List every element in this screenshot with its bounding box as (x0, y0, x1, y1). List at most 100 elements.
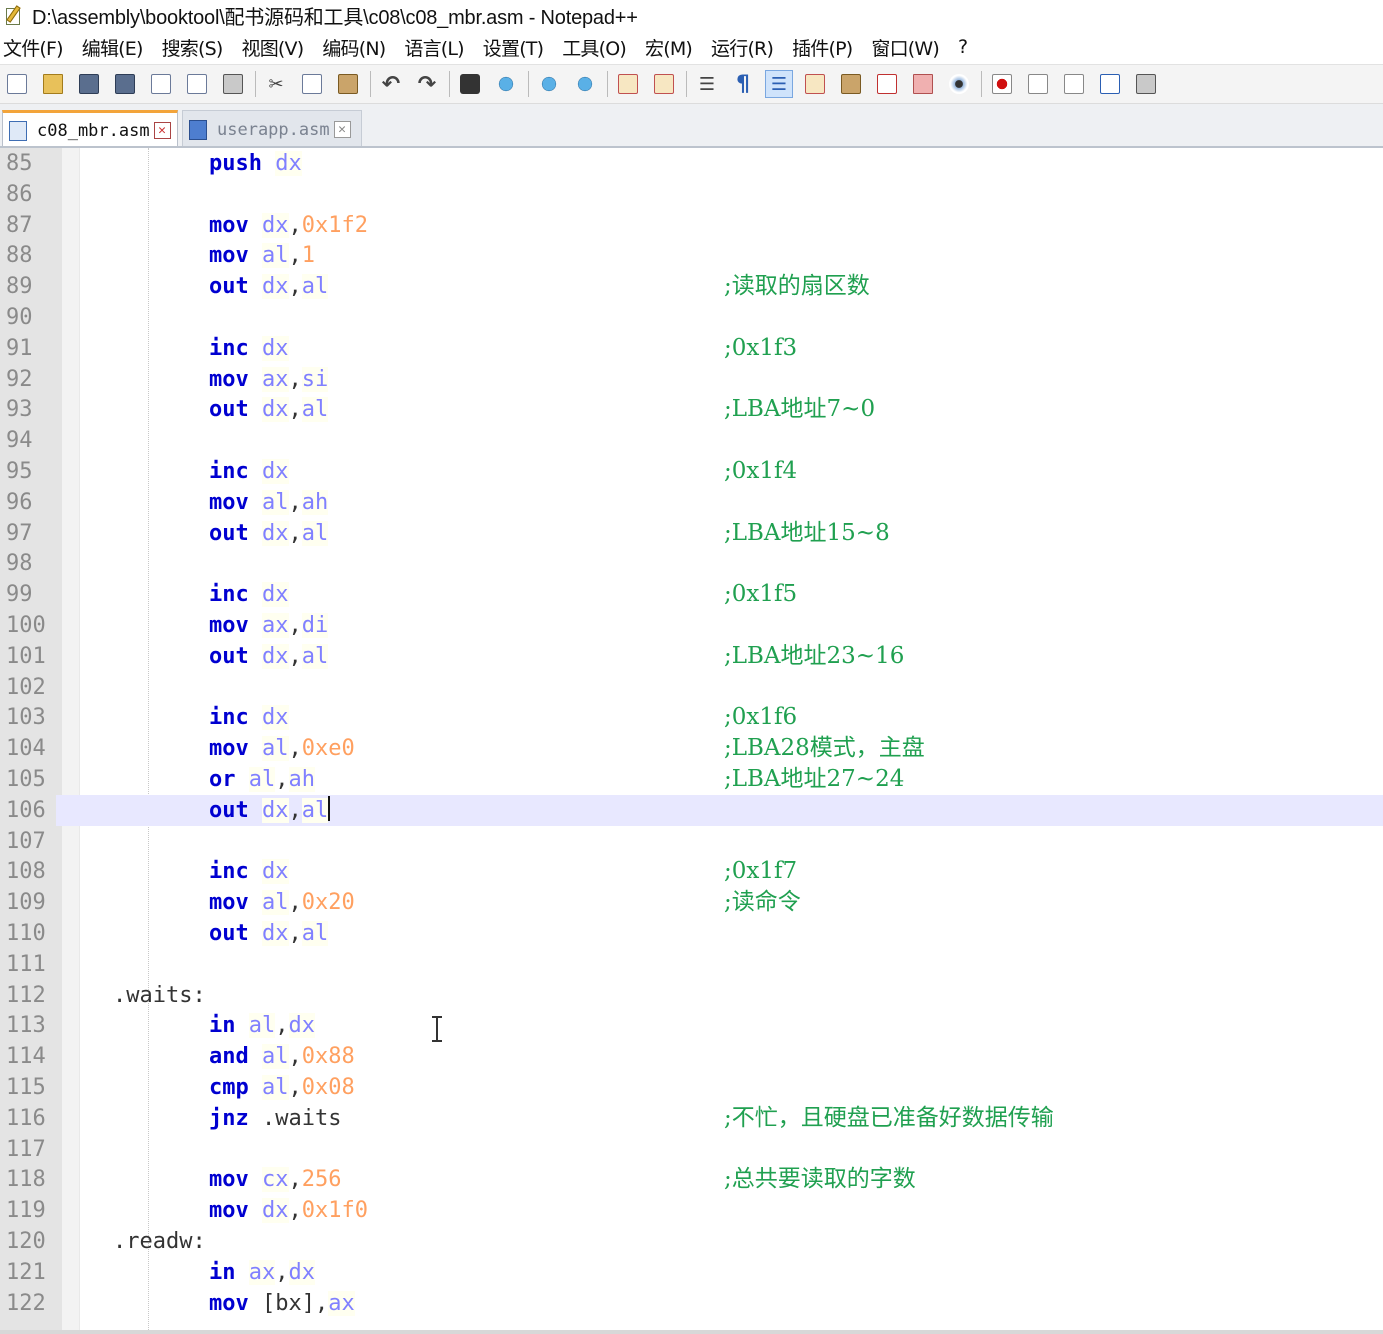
redo-icon[interactable]: ↷ (413, 70, 441, 98)
code-line[interactable]: 89 out dx,al ;读取的扇区数 (0, 271, 1383, 302)
paste-icon[interactable] (334, 70, 362, 98)
replace-icon[interactable] (492, 70, 520, 98)
save-icon[interactable] (75, 70, 103, 98)
code-line[interactable]: 85 push dx (0, 148, 1383, 179)
macro-stop-icon[interactable] (1024, 70, 1052, 98)
monitoring-icon[interactable] (945, 70, 973, 98)
code-line[interactable]: 106 out dx,al (0, 794, 1383, 826)
notepad-app-icon[interactable] (4, 4, 24, 26)
line-number: 120 (6, 1229, 46, 1254)
code-line[interactable]: 107 (0, 826, 1383, 857)
code-line[interactable]: 101 out dx,al ;LBA地址23~16 (0, 641, 1383, 672)
token-reg: dx (262, 582, 289, 608)
code-line[interactable]: 90 (0, 302, 1383, 333)
code-line[interactable]: 86 (0, 179, 1383, 210)
code-line[interactable]: 97 out dx,al ;LBA地址15~8 (0, 518, 1383, 549)
token-reg: al (262, 890, 289, 916)
close-all-icon[interactable] (183, 70, 211, 98)
menu-encoding[interactable]: 编码(N) (322, 34, 386, 61)
tab-userapp[interactable]: userapp.asm ✕ (182, 110, 362, 148)
user-lang-icon[interactable] (801, 70, 829, 98)
close-tab-icon[interactable]: ✕ (333, 121, 351, 138)
menu-run[interactable]: 运行(R) (711, 34, 774, 61)
undo-icon[interactable]: ↶ (377, 70, 405, 98)
code-line[interactable]: 99 inc dx ;0x1f5 (0, 579, 1383, 610)
code-line[interactable]: 98 (0, 548, 1383, 579)
sync-horizontal-icon[interactable] (650, 70, 678, 98)
code-line[interactable]: 105 or al,ah ;LBA地址27~24 (0, 764, 1383, 795)
code-line[interactable]: 116 jnz .waits ;不忙，且硬盘已准备好数据传输 (0, 1103, 1383, 1134)
code-line[interactable]: 112 .waits: (0, 980, 1383, 1011)
macro-record-icon[interactable] (988, 70, 1016, 98)
word-wrap-icon[interactable]: ☰ (693, 70, 721, 98)
menu-view[interactable]: 视图(V) (242, 34, 305, 61)
code-line[interactable]: 108 inc dx ;0x1f7 (0, 856, 1383, 887)
code-line[interactable]: 122 mov [bx],ax (0, 1288, 1383, 1319)
code-line[interactable]: 96 mov al,ah (0, 487, 1383, 518)
code-line[interactable]: 93 out dx,al ;LBA地址7~0 (0, 394, 1383, 425)
code-text: inc dx (209, 856, 289, 887)
token-reg: si (301, 366, 329, 392)
show-all-chars-icon[interactable]: ¶ (729, 70, 757, 98)
code-line[interactable]: 119 mov dx,0x1f0 (0, 1195, 1383, 1226)
token-sp (249, 890, 262, 915)
code-line[interactable]: 87 mov dx,0x1f2 (0, 210, 1383, 241)
code-line[interactable]: 92 mov ax,si (0, 364, 1383, 395)
code-line[interactable]: 104 mov al,0xe0 ;LBA28模式，主盘 (0, 733, 1383, 764)
doc-map-icon[interactable] (837, 70, 865, 98)
code-line[interactable]: 115 cmp al,0x08 (0, 1072, 1383, 1103)
menu-help[interactable]: ? (958, 36, 968, 58)
menu-plugins[interactable]: 插件(P) (792, 34, 853, 61)
new-file-icon[interactable] (3, 70, 31, 98)
code-line[interactable]: 102 (0, 672, 1383, 703)
save-all-icon[interactable] (111, 70, 139, 98)
menu-window[interactable]: 窗口(W) (871, 34, 939, 61)
menu-file[interactable]: 文件(F) (3, 34, 64, 61)
code-editor[interactable]: 85 push dx 86 87 mov dx,0x1f2 88 mov al,1 89 out… (0, 148, 1383, 1330)
line-number: 113 (6, 1013, 46, 1039)
code-line[interactable]: 109 mov al,0x20 ;读命令 (0, 887, 1383, 918)
macro-run-multiple-icon[interactable] (1096, 70, 1124, 98)
code-line[interactable]: 118 mov cx,256 ;总共要读取的字数 (0, 1164, 1383, 1195)
menu-edit[interactable]: 编辑(E) (82, 34, 144, 61)
code-line[interactable]: 117 (0, 1134, 1383, 1165)
copy-icon[interactable] (298, 70, 326, 98)
code-line[interactable]: 103 inc dx ;0x1f6 (0, 702, 1383, 733)
close-tab-icon[interactable]: ✕ (153, 122, 171, 139)
code-line[interactable]: 95 inc dx ;0x1f4 (0, 456, 1383, 487)
code-line[interactable]: 114 and al,0x88 (0, 1041, 1383, 1072)
code-line[interactable]: 111 (0, 949, 1383, 980)
token-punct: , (288, 736, 302, 762)
line-number: 96 (6, 489, 33, 515)
token-sp (236, 1013, 249, 1038)
print-icon[interactable] (219, 70, 247, 98)
menu-search[interactable]: 搜索(S) (162, 34, 224, 61)
close-icon[interactable] (147, 70, 175, 98)
indent-guide-icon[interactable]: ☰ (765, 70, 793, 98)
menu-language[interactable]: 语言(L) (404, 34, 464, 61)
code-line[interactable]: 110 out dx,al (0, 918, 1383, 949)
code-line[interactable]: 94 (0, 425, 1383, 456)
code-line[interactable]: 88 mov al,1 (0, 240, 1383, 271)
function-list-icon[interactable] (873, 70, 901, 98)
zoom-out-icon[interactable] (571, 70, 599, 98)
find-icon[interactable] (456, 70, 484, 98)
code-line[interactable]: 120 .readw: (0, 1226, 1383, 1257)
code-line[interactable]: 100 mov ax,di (0, 610, 1383, 641)
zoom-in-icon[interactable] (535, 70, 563, 98)
line-number: 94 (6, 428, 33, 454)
menu-settings[interactable]: 设置(T) (483, 34, 544, 61)
menu-tools[interactable]: 工具(O) (562, 34, 627, 61)
code-line[interactable]: 113 in al,dx (0, 1010, 1383, 1041)
sync-vertical-icon[interactable] (614, 70, 642, 98)
macro-play-icon[interactable] (1060, 70, 1088, 98)
menu-macro[interactable]: 宏(M) (645, 34, 693, 61)
folder-workspace-icon[interactable] (909, 70, 937, 98)
code-line[interactable]: 91 inc dx ;0x1f3 (0, 333, 1383, 364)
token-instr: inc (209, 705, 249, 731)
macro-save-icon[interactable] (1132, 70, 1160, 98)
tab-c08-mbr[interactable]: c08_mbr.asm ✕ (2, 110, 178, 148)
open-file-icon[interactable] (39, 70, 67, 98)
cut-icon[interactable]: ✂ (262, 70, 290, 98)
code-line[interactable]: 121 in ax,dx (0, 1257, 1383, 1288)
